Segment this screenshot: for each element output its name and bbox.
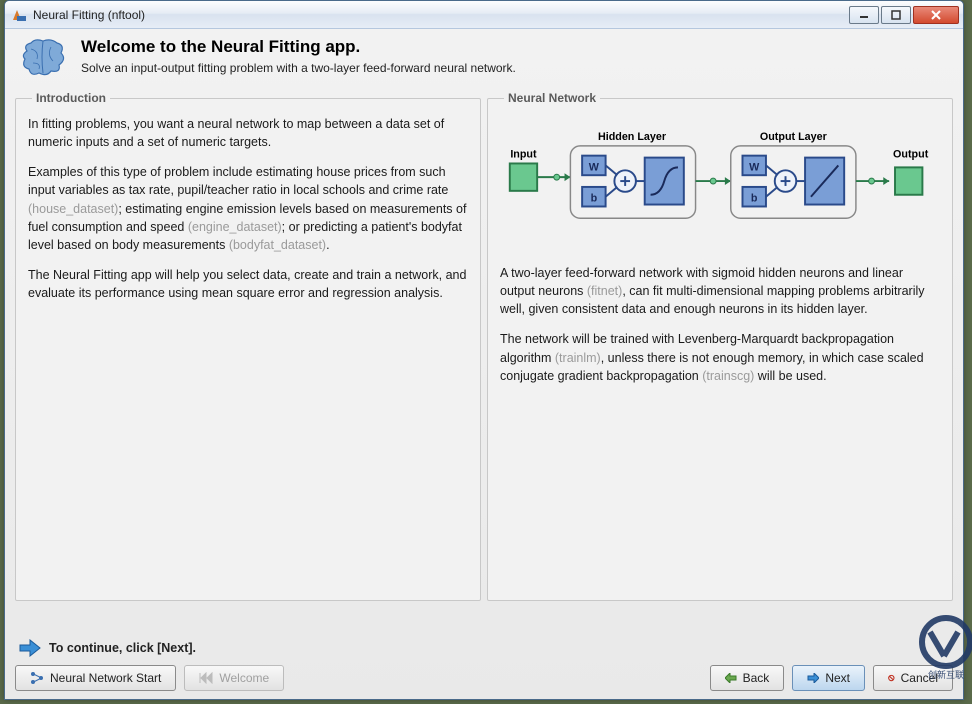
minimize-button[interactable] bbox=[849, 6, 879, 24]
maximize-button[interactable] bbox=[881, 6, 911, 24]
nn-p2: The network will be trained with Levenbe… bbox=[500, 330, 940, 384]
back-arrow-icon bbox=[725, 673, 737, 683]
introduction-panel: Introduction In fitting problems, you wa… bbox=[15, 91, 481, 601]
welcome-button: Welcome bbox=[184, 665, 284, 691]
svg-text:b: b bbox=[751, 193, 758, 205]
intro-p2: Examples of this type of problem include… bbox=[28, 163, 468, 254]
continue-hint: To continue, click [Next]. bbox=[49, 641, 196, 655]
svg-text:Input: Input bbox=[510, 149, 537, 161]
bodyfat-dataset-link[interactable]: (bodyfat_dataset) bbox=[229, 238, 326, 252]
trainlm-link[interactable]: (trainlm) bbox=[555, 351, 601, 365]
svg-text:W: W bbox=[589, 161, 600, 173]
house-dataset-link[interactable]: (house_dataset) bbox=[28, 202, 118, 216]
neural-network-start-button[interactable]: Neural Network Start bbox=[15, 665, 176, 691]
page-header: Welcome to the Neural Fitting app. Solve… bbox=[13, 35, 955, 91]
neural-network-panel: Neural Network Input Hidden Layer W b bbox=[487, 91, 953, 601]
close-button[interactable] bbox=[913, 6, 959, 24]
svg-text:创新互联: 创新互联 bbox=[928, 669, 964, 680]
intro-legend: Introduction bbox=[32, 91, 110, 105]
titlebar[interactable]: Neural Fitting (nftool) bbox=[5, 1, 963, 29]
next-arrow-icon bbox=[19, 639, 41, 657]
footer: To continue, click [Next]. Neural Networ… bbox=[15, 639, 953, 691]
page-subtitle: Solve an input-output fitting problem wi… bbox=[81, 61, 516, 75]
window-controls bbox=[847, 6, 959, 24]
svg-text:Hidden Layer: Hidden Layer bbox=[598, 131, 667, 143]
svg-text:Output: Output bbox=[893, 149, 929, 161]
page-title: Welcome to the Neural Fitting app. bbox=[81, 37, 516, 57]
app-window: Neural Fitting (nftool) Welcome to the N… bbox=[4, 0, 964, 700]
svg-text:W: W bbox=[749, 161, 760, 173]
nn-p1: A two-layer feed-forward network with si… bbox=[500, 264, 940, 318]
app-icon bbox=[11, 7, 27, 23]
next-button[interactable]: Next bbox=[792, 665, 865, 691]
window-title: Neural Fitting (nftool) bbox=[33, 8, 841, 22]
fitnet-link[interactable]: (fitnet) bbox=[587, 284, 622, 298]
svg-text:Output Layer: Output Layer bbox=[760, 131, 828, 143]
client-area: Welcome to the Neural Fitting app. Solve… bbox=[5, 29, 963, 699]
intro-p1: In fitting problems, you want a neural n… bbox=[28, 115, 468, 151]
brain-icon bbox=[17, 37, 69, 81]
back-button[interactable]: Back bbox=[710, 665, 785, 691]
nn-start-icon bbox=[30, 671, 44, 685]
watermark: 创新互联 bbox=[910, 612, 972, 684]
svg-text:b: b bbox=[591, 193, 598, 205]
rewind-icon bbox=[199, 672, 213, 684]
network-diagram: Input Hidden Layer W b bbox=[500, 119, 940, 249]
engine-dataset-link[interactable]: (engine_dataset) bbox=[188, 220, 282, 234]
trainscg-link[interactable]: (trainscg) bbox=[702, 369, 754, 383]
cancel-icon bbox=[888, 673, 895, 683]
next-arrow-icon bbox=[807, 673, 819, 683]
intro-p3: The Neural Fitting app will help you sel… bbox=[28, 266, 468, 302]
nn-legend: Neural Network bbox=[504, 91, 600, 105]
